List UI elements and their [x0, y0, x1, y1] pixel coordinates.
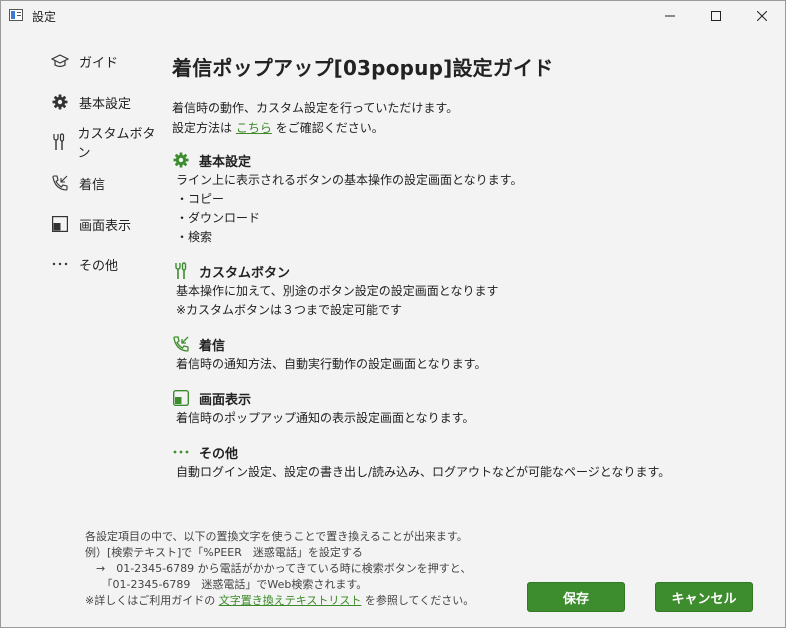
- intro-text: 着信時の動作、カスタム設定を行っていただけます。 設定方法は こちら をご確認く…: [172, 98, 458, 138]
- intro-suffix: をご確認ください。: [275, 121, 384, 135]
- section-title: その他: [199, 446, 239, 462]
- description-line: ※カスタムボタンは３つまで設定可能です: [176, 303, 403, 317]
- display-icon: [172, 389, 190, 407]
- intro-line: 着信時の動作、カスタム設定を行っていただけます。: [172, 101, 459, 115]
- settings-window: 設定 ガイド 基本設定 カスタムボタン 着信 画面表示 その他 着信ポップアップ…: [0, 0, 786, 628]
- section-header: その他: [172, 441, 670, 463]
- note-suffix: を参照してください。: [364, 594, 475, 607]
- section-description: 自動ログイン設定、設定の書き出し/読み込み、ログアウトなどが可能なページとなりま…: [172, 463, 670, 482]
- section-description: ライン上に表示されるボタンの基本操作の設定画面となります。 ・コピー ・ダウンロ…: [172, 171, 522, 247]
- section-description: 基本操作に加えて、別途のボタン設定の設定画面となります ※カスタムボタンは３つま…: [172, 282, 498, 320]
- sidebar-item-other[interactable]: その他: [51, 253, 118, 275]
- description-line: ・コピー: [176, 192, 225, 206]
- sidebar-item-incoming[interactable]: 着信: [51, 172, 105, 194]
- app-icon: [9, 9, 23, 21]
- more-icon: [172, 443, 190, 461]
- section-title: カスタムボタン: [199, 265, 291, 281]
- phone-incoming-icon: [51, 174, 69, 192]
- maximize-icon: [711, 11, 721, 21]
- description-line: ライン上に表示されるボタンの基本操作の設定画面となります。: [176, 173, 523, 187]
- intro-line: 設定方法は こちら をご確認ください。: [172, 118, 458, 138]
- section-description: 着信時のポップアップ通知の表示設定画面となります。: [172, 409, 474, 428]
- note-prefix: ※詳しくはご利用ガイドの: [85, 594, 216, 607]
- close-button[interactable]: [739, 1, 785, 31]
- maximize-button[interactable]: [693, 1, 739, 31]
- more-icon: [51, 255, 69, 273]
- save-button[interactable]: 保存: [527, 582, 625, 612]
- sidebar-item-label: その他: [79, 258, 119, 274]
- note-line: 各設定項目の中で、以下の置換文字を使うことで置き換えることが出来ます。: [85, 530, 468, 543]
- section-title: 着信: [199, 338, 226, 354]
- sidebar-item-guide[interactable]: ガイド: [51, 50, 118, 72]
- section-custom-buttons: カスタムボタン 基本操作に加えて、別途のボタン設定の設定画面となります ※カスタ…: [172, 260, 498, 320]
- section-incoming: 着信 着信時の通知方法、自動実行動作の設定画面となります。: [172, 333, 486, 374]
- section-title: 基本設定: [199, 154, 252, 170]
- sidebar-item-display[interactable]: 画面表示: [51, 213, 131, 235]
- howto-link[interactable]: こちら: [236, 121, 272, 135]
- sidebar-item-label: ガイド: [79, 55, 119, 71]
- tools-icon: [172, 262, 190, 280]
- section-header: 着信: [172, 333, 486, 355]
- sidebar-item-custom-buttons[interactable]: カスタムボタン: [51, 127, 161, 161]
- note-line: ※詳しくはご利用ガイドの 文字置き換えテキストリスト を参照してください。: [85, 593, 474, 609]
- note-line: → 01-2345-6789 から電話がかかってきている時に検索ボタンを押すと、: [85, 562, 472, 575]
- description-line: ・検索: [176, 230, 213, 244]
- page-title: 着信ポップアップ[03popup]設定ガイド: [172, 56, 554, 80]
- window-title: 設定: [32, 10, 57, 24]
- section-basic-settings: 基本設定 ライン上に表示されるボタンの基本操作の設定画面となります。 ・コピー …: [172, 149, 522, 247]
- description-line: 基本操作に加えて、別途のボタン設定の設定画面となります: [176, 284, 499, 298]
- description-line: 自動ログイン設定、設定の書き出し/読み込み、ログアウトなどが可能なページとなりま…: [176, 465, 671, 479]
- minimize-button[interactable]: [647, 1, 693, 31]
- cancel-button[interactable]: キャンセル: [655, 582, 753, 612]
- section-display: 画面表示 着信時のポップアップ通知の表示設定画面となります。: [172, 387, 474, 428]
- section-header: カスタムボタン: [172, 260, 498, 282]
- title-bar: 設定: [1, 1, 785, 31]
- section-description: 着信時の通知方法、自動実行動作の設定画面となります。: [172, 355, 486, 374]
- tools-icon: [51, 133, 68, 151]
- section-other: その他 自動ログイン設定、設定の書き出し/読み込み、ログアウトなどが可能なページ…: [172, 441, 670, 482]
- note-line: 例）[検索テキスト]で「%PEER 迷惑電話」を設定する: [85, 546, 363, 559]
- intro-prefix: 設定方法は: [172, 121, 233, 135]
- replacement-text-list-link[interactable]: 文字置き換えテキストリスト: [219, 594, 362, 607]
- sidebar-item-label: カスタムボタン: [77, 127, 156, 161]
- close-icon: [757, 11, 767, 21]
- note-line: 「01-2345-6789 迷惑電話」でWeb検索されます。: [85, 578, 368, 591]
- section-header: 基本設定: [172, 149, 522, 171]
- description-line: 着信時の通知方法、自動実行動作の設定画面となります。: [176, 357, 487, 371]
- gear-icon: [172, 151, 190, 169]
- replacement-text-note: 各設定項目の中で、以下の置換文字を使うことで置き換えることが出来ます。 例）[検索…: [85, 529, 474, 609]
- gear-icon: [51, 93, 69, 111]
- sidebar-item-label: 着信: [79, 177, 106, 193]
- description-line: 着信時のポップアップ通知の表示設定画面となります。: [176, 411, 475, 425]
- graduation-cap-icon: [51, 52, 69, 70]
- display-icon: [51, 215, 69, 233]
- section-title: 画面表示: [199, 392, 252, 408]
- sidebar-item-label: 基本設定: [79, 96, 132, 112]
- description-line: ・ダウンロード: [176, 211, 261, 225]
- phone-incoming-icon: [172, 335, 190, 353]
- sidebar-item-label: 画面表示: [79, 218, 132, 234]
- section-header: 画面表示: [172, 387, 474, 409]
- sidebar-item-basic-settings[interactable]: 基本設定: [51, 91, 131, 113]
- minimize-icon: [665, 15, 675, 17]
